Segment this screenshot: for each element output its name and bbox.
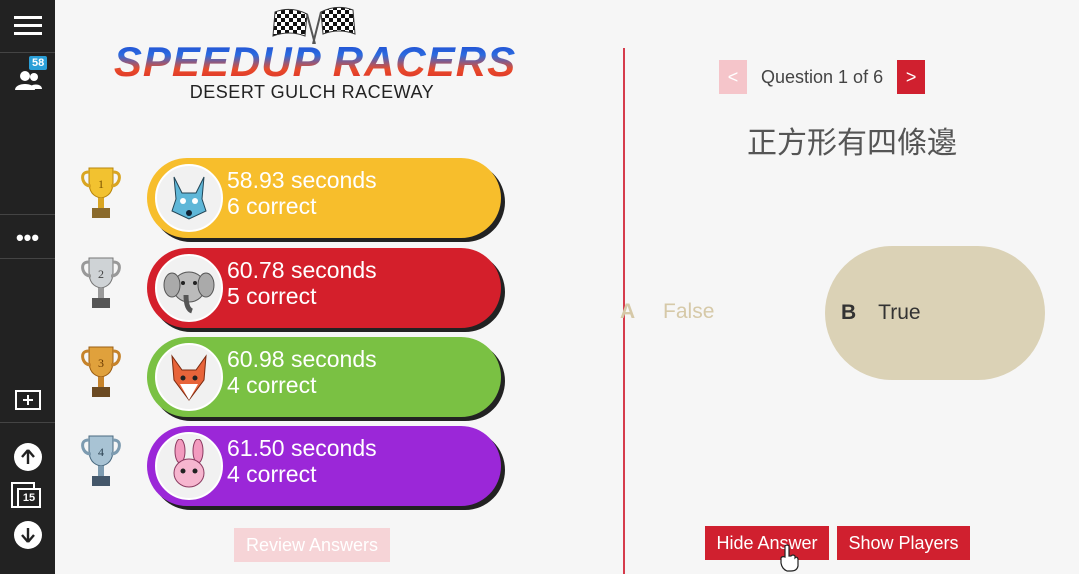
finish-time: 60.98 seconds <box>227 346 377 372</box>
rabbit-avatar-icon <box>155 432 223 500</box>
hand-cursor-icon <box>780 544 799 572</box>
show-players-button[interactable]: Show Players <box>837 526 970 560</box>
score-pill: 58.93 seconds 6 correct <box>147 158 501 238</box>
main-panel: SPEEDUP RACERS DESERT GULCH RACEWAY 1 58… <box>55 0 1079 574</box>
trophy-place: 2 <box>98 267 104 281</box>
review-answers-button[interactable]: Review Answers <box>234 528 390 562</box>
leaderboard-row: 1 58.93 seconds 6 correct <box>55 158 501 238</box>
trophy-place: 4 <box>98 445 104 459</box>
correct-count: 4 correct <box>227 372 317 398</box>
finish-time: 61.50 seconds <box>227 435 377 461</box>
answer-text: False <box>663 300 715 323</box>
answer-option-b[interactable]: B True <box>825 246 1045 380</box>
score-pill: 61.50 seconds 4 correct <box>147 426 501 506</box>
silver-trophy-icon: 2 <box>81 257 121 308</box>
question-navigator: < Question 1 of 6 > <box>719 60 926 94</box>
leaderboard-row: 2 60.78 seconds 5 correct <box>55 248 501 328</box>
trophy-place: 1 <box>98 177 104 191</box>
hide-answer-button[interactable]: Hide Answer <box>705 526 829 560</box>
question-text: 正方形有四條邊 <box>747 127 957 160</box>
score-pill: 60.78 seconds 5 correct <box>147 248 501 328</box>
leaderboard-row: 3 60.98 seconds 4 correct <box>55 337 501 417</box>
answer-letter: B <box>841 301 857 324</box>
wolf-avatar-icon <box>155 164 223 232</box>
trophy-place: 3 <box>98 356 104 370</box>
finish-time: 60.78 seconds <box>227 257 377 283</box>
bronze-trophy-icon: 3 <box>81 346 121 397</box>
question-counter: Question 1 of 6 <box>761 66 884 87</box>
answer-letter: A <box>620 300 636 323</box>
gold-trophy-icon: 1 <box>81 167 121 218</box>
arrow-up-icon[interactable] <box>0 442 55 472</box>
elephant-avatar-icon <box>155 254 223 322</box>
slide-count[interactable]: 15 <box>17 488 41 508</box>
score-pill: 60.98 seconds 4 correct <box>147 337 501 417</box>
arrow-down-icon[interactable] <box>0 520 55 550</box>
raceway-name: DESERT GULCH RACEWAY <box>189 82 435 102</box>
left-rail: 58 ••• 15 <box>0 0 55 574</box>
more-icon[interactable]: ••• <box>0 225 55 250</box>
finish-time: 58.93 seconds <box>227 167 377 193</box>
game-logo-title: SPEEDUP RACERS <box>105 38 525 86</box>
correct-count: 5 correct <box>227 283 317 309</box>
participants-badge: 58 <box>29 56 48 70</box>
answer-text: True <box>878 301 921 324</box>
prev-question-button[interactable]: < <box>719 60 747 94</box>
answer-option-a[interactable]: A False <box>620 300 714 324</box>
add-slide-icon[interactable] <box>0 388 55 412</box>
correct-count: 4 correct <box>227 461 317 487</box>
next-question-button[interactable]: > <box>897 60 926 94</box>
blue-trophy-icon: 4 <box>81 435 121 486</box>
fox-avatar-icon <box>155 343 223 411</box>
leaderboard-row: 4 61.50 seconds 4 correct <box>55 426 501 506</box>
correct-count: 6 correct <box>227 193 317 219</box>
menu-icon[interactable] <box>0 8 55 42</box>
